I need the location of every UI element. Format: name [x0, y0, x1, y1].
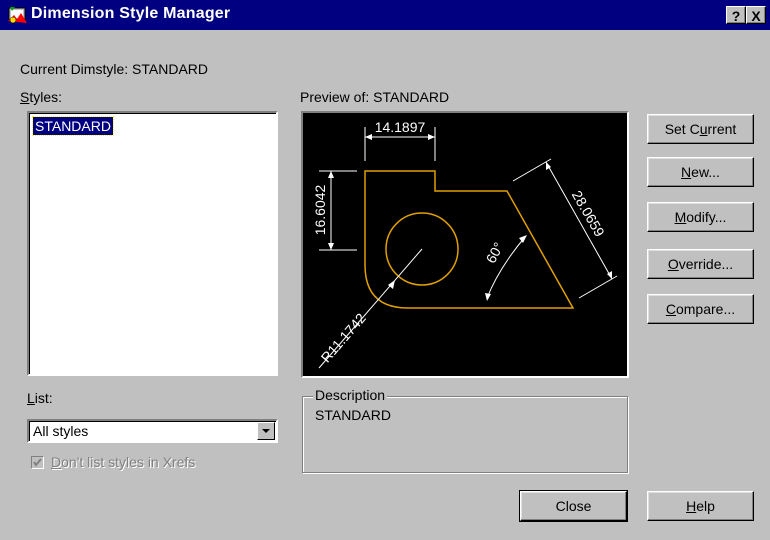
top-arrow-right	[428, 134, 435, 140]
diag-ext-top	[512, 158, 552, 182]
compare-label-mnemonic: C	[665, 301, 676, 317]
chevron-down-icon	[262, 429, 270, 433]
description-legend: Description	[313, 387, 388, 403]
current-dimstyle-value: STANDARD	[132, 61, 208, 77]
set-current-label-b: rrent	[707, 121, 737, 137]
top-width-value: 14.1897	[375, 119, 426, 135]
help-button[interactable]: Help	[647, 491, 754, 521]
xrefs-checkbox[interactable]	[31, 456, 44, 469]
preview-caption: Preview of:	[300, 89, 370, 105]
dimension-preview-drawing: 14.1897 16.6042 28.0659 60° R11.1742	[312, 119, 618, 369]
description-group: Description STANDARD	[302, 387, 628, 473]
angle-value: 60°	[483, 240, 507, 266]
list-label-rest: ist:	[34, 390, 53, 406]
xrefs-label-rest: on't list styles in Xrefs	[61, 454, 196, 470]
preview-label: Preview of: STANDARD	[300, 89, 449, 105]
close-button[interactable]: Close	[519, 490, 628, 522]
angle-arrow-bottom	[485, 293, 491, 301]
styles-label-mnemonic: S	[20, 89, 30, 105]
modify-label-rest: odify...	[686, 209, 727, 225]
close-label: Close	[555, 498, 592, 514]
compare-label-rest: ompare...	[675, 301, 736, 317]
help-label-rest: elp	[696, 498, 715, 514]
left-height-value: 16.6042	[312, 184, 328, 235]
help-label-mnemonic: H	[686, 498, 697, 514]
new-label-rest: ew...	[691, 164, 720, 180]
styles-label: Styles:	[20, 89, 62, 105]
list-label: List:	[27, 390, 53, 406]
new-label-mnemonic: N	[681, 164, 692, 180]
top-arrow-left	[365, 134, 372, 140]
new-button[interactable]: New...	[647, 157, 754, 187]
set-current-label-a: Set C	[664, 121, 700, 137]
dimension-style-app-icon	[8, 7, 27, 24]
styles-list-item-standard[interactable]: STANDARD	[32, 116, 114, 136]
list-dropdown-value: All styles	[33, 423, 89, 439]
dimension-preview: 14.1897 16.6042 28.0659 60° R11.1742	[301, 111, 629, 378]
xrefs-label-mnemonic: D	[51, 454, 62, 470]
current-dimstyle-caption: Current Dimstyle:	[20, 61, 129, 77]
modify-label-mnemonic: M	[674, 209, 687, 225]
diag-ext-bottom	[578, 275, 618, 299]
close-title-button[interactable]: X	[746, 6, 766, 24]
override-label-mnemonic: O	[667, 256, 679, 272]
list-dropdown[interactable]: All styles	[27, 419, 278, 443]
list-dropdown-arrow[interactable]	[257, 422, 275, 440]
set-current-label-mnemonic: u	[699, 121, 708, 137]
preview-style-name: STANDARD	[373, 89, 450, 105]
override-label-rest: verride...	[678, 256, 734, 272]
compare-button[interactable]: Compare...	[647, 294, 754, 324]
radius-value: R11.1742	[318, 310, 369, 366]
modify-button[interactable]: Modify...	[647, 202, 754, 232]
current-dimstyle-label: Current Dimstyle: STANDARD	[20, 61, 208, 77]
angle-arrow-top	[519, 235, 527, 243]
part-outline	[364, 170, 575, 309]
set-current-button[interactable]: Set Current	[647, 114, 754, 144]
list-label-mnemonic: L	[27, 390, 35, 406]
check-icon	[33, 458, 42, 467]
title-bar: Dimension Style Manager ? X	[0, 0, 770, 30]
styles-listbox[interactable]: STANDARD	[27, 111, 278, 376]
help-title-button[interactable]: ?	[726, 6, 746, 24]
left-arrow-bottom	[328, 243, 334, 250]
styles-label-rest: tyles:	[29, 89, 63, 105]
description-text: STANDARD	[315, 407, 391, 423]
xrefs-checkbox-label: Don't list styles in Xrefs	[51, 454, 195, 470]
left-arrow-top	[328, 171, 334, 178]
window-title: Dimension Style Manager	[31, 5, 231, 22]
override-button[interactable]: Override...	[647, 249, 754, 279]
